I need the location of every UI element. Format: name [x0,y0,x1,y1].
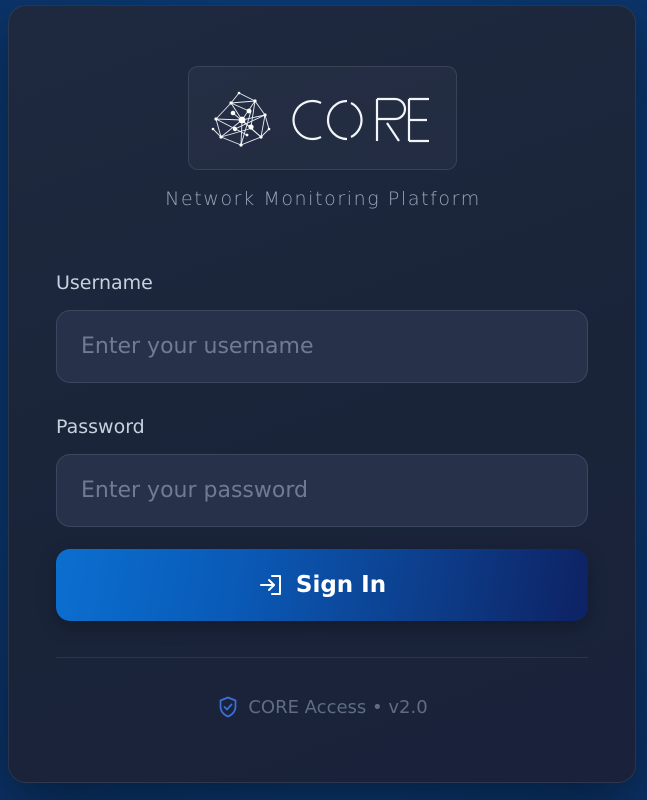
divider [56,657,588,658]
footer: CORE Access • v2.0 [9,696,637,718]
footer-text: CORE Access • v2.0 [248,696,428,718]
sign-in-button[interactable]: Sign In [56,549,588,621]
password-input[interactable] [56,454,588,527]
username-input[interactable] [56,310,588,383]
brand-logo [188,66,457,170]
sign-in-label: Sign In [295,572,387,598]
network-nodes-icon [211,91,271,147]
brand-wordmark [292,97,429,143]
sign-in-icon [259,575,281,595]
password-label: Password [56,416,145,438]
login-card: Network Monitoring Platform Username Pas… [8,5,636,783]
username-label: Username [56,272,153,294]
platform-subtitle: Network Monitoring Platform [165,188,481,210]
shield-check-icon [219,696,237,718]
